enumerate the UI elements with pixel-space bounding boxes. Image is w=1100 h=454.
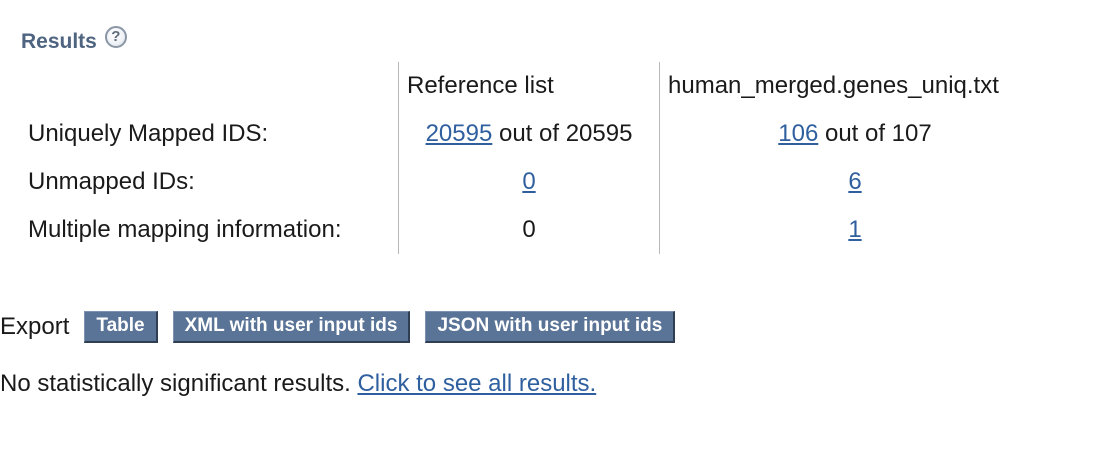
reference-cell: 20595 out of 20595 xyxy=(398,110,660,158)
row-label: Unmapped IDs: xyxy=(28,168,195,195)
reference-multiple-value: 0 xyxy=(398,206,660,254)
export-label: Export xyxy=(0,313,70,340)
user-unmapped-link[interactable]: 6 xyxy=(848,168,861,195)
table-row: Multiple mapping information: 0 1 xyxy=(20,206,1050,254)
user-cell: 1 xyxy=(660,206,1051,254)
user-cell: 6 xyxy=(660,158,1051,206)
results-panel: Results ? Reference list human_merged.ge… xyxy=(0,0,1100,454)
user-multiple-link[interactable]: 1 xyxy=(848,216,861,243)
row-label: Multiple mapping information: xyxy=(28,216,342,243)
reference-unmapped-link[interactable]: 0 xyxy=(522,168,535,195)
row-label: Uniquely Mapped IDS: xyxy=(28,120,269,147)
reference-mapped-link[interactable]: 20595 xyxy=(426,120,493,147)
export-xml-button[interactable]: XML with user input ids xyxy=(172,311,411,343)
reference-cell: 0 xyxy=(398,158,660,206)
see-all-results-link[interactable]: Click to see all results. xyxy=(357,370,596,397)
header-reference-list: Reference list xyxy=(398,62,660,110)
table-row: Uniquely Mapped IDS: 20595 out of 20595 … xyxy=(20,110,1050,158)
export-json-button[interactable]: JSON with user input ids xyxy=(425,311,676,343)
results-message: No statistically significant results. Cl… xyxy=(0,370,596,398)
help-icon[interactable]: ? xyxy=(104,26,127,48)
table-row: Unmapped IDs: 0 6 xyxy=(20,158,1050,206)
results-title: Results xyxy=(21,30,97,53)
user-mapped-suffix: out of 107 xyxy=(818,120,932,147)
user-cell: 106 out of 107 xyxy=(660,110,1051,158)
user-mapped-link[interactable]: 106 xyxy=(778,120,818,147)
table-header-row: Reference list human_merged.genes_uniq.t… xyxy=(20,62,1050,110)
mapping-table: Reference list human_merged.genes_uniq.t… xyxy=(20,62,1050,254)
export-row: Export Table XML with user input ids JSO… xyxy=(0,311,690,343)
header-user-file: human_merged.genes_uniq.txt xyxy=(668,72,999,99)
export-table-button[interactable]: Table xyxy=(84,311,158,343)
no-significant-results-text: No statistically significant results. xyxy=(0,370,358,397)
reference-mapped-suffix: out of 20595 xyxy=(492,120,633,147)
header-empty xyxy=(20,62,399,110)
results-heading: Results ? xyxy=(21,26,127,54)
